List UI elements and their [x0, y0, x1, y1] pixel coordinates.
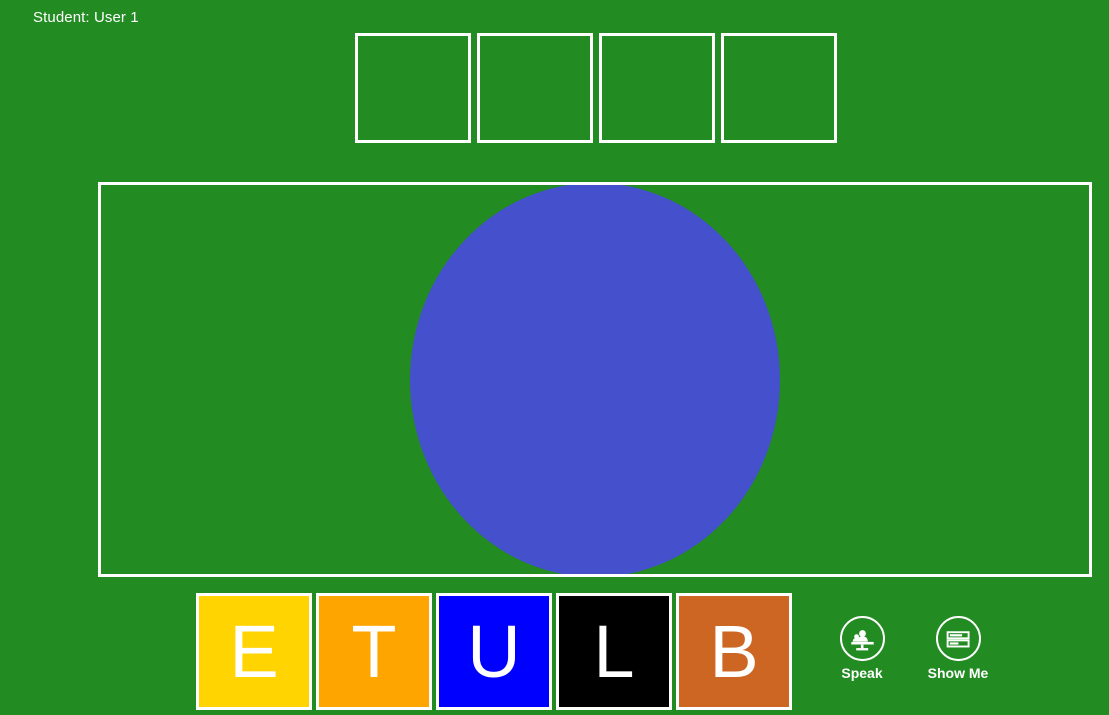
student-name-label: Student: User 1 — [33, 9, 139, 26]
answer-slot-2[interactable] — [477, 33, 593, 143]
letter-tile-b-glyph: B — [709, 609, 759, 693]
answer-slot-1[interactable] — [355, 33, 471, 143]
answer-slot-3[interactable] — [599, 33, 715, 143]
letter-tile-t-glyph: T — [351, 609, 397, 693]
letter-tile-l-glyph: L — [593, 609, 635, 693]
stimulus-display-panel — [98, 182, 1092, 577]
show-me-button-label: Show Me — [927, 665, 989, 681]
letter-tile-e[interactable]: E — [196, 593, 312, 710]
speak-button[interactable]: Speak — [814, 616, 910, 681]
answer-slot-4[interactable] — [721, 33, 837, 143]
action-button-row: Speak Show Me — [814, 616, 1006, 681]
blue-circle-shape — [410, 185, 780, 574]
answer-slot-row — [355, 33, 837, 143]
speak-button-label: Speak — [841, 665, 883, 681]
letter-tile-b[interactable]: B — [676, 593, 792, 710]
letter-tile-tray: E T U L B — [196, 593, 792, 710]
show-me-icon — [935, 616, 981, 661]
letter-tile-u-glyph: U — [467, 609, 521, 693]
letter-tile-u[interactable]: U — [436, 593, 552, 710]
letter-tile-l[interactable]: L — [556, 593, 672, 710]
show-me-button[interactable]: Show Me — [910, 616, 1006, 681]
letter-tile-t[interactable]: T — [316, 593, 432, 710]
speak-icon — [839, 616, 885, 661]
letter-tile-e-glyph: E — [229, 609, 279, 693]
activity-screen: Student: User 1 E T U L B Speak Show Me — [0, 0, 1109, 715]
